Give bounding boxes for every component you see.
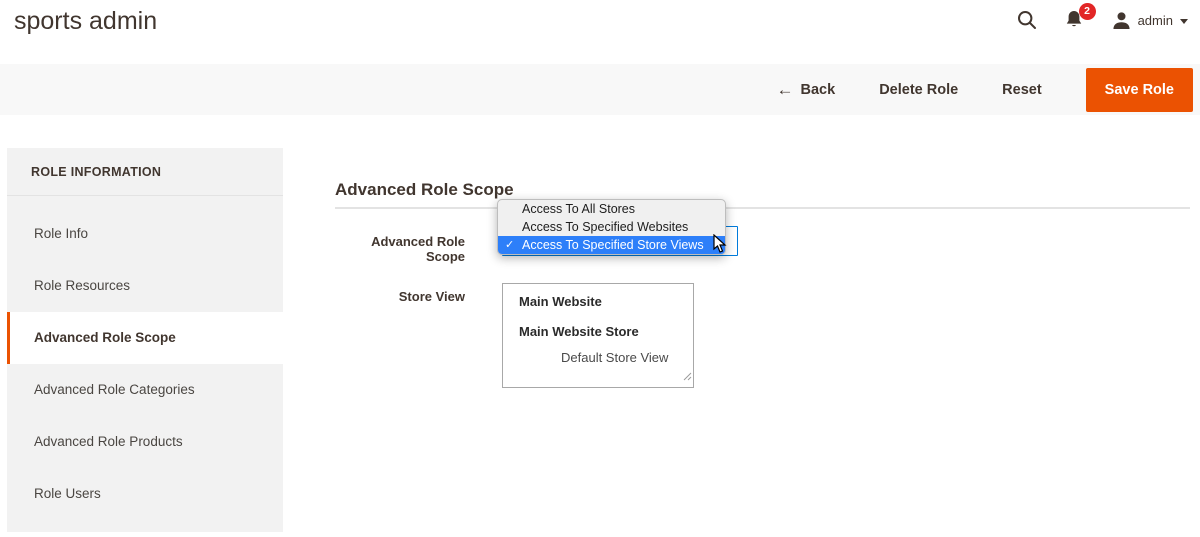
sidebar-item-role-info[interactable]: Role Info bbox=[7, 208, 283, 260]
delete-role-button[interactable]: Delete Role bbox=[879, 82, 958, 98]
dropdown-option-specified-store-views[interactable]: ✓ Access To Specified Store Views bbox=[498, 236, 725, 254]
store-option-main-website-store[interactable]: Main Website Store bbox=[519, 324, 639, 339]
sidebar-item-advanced-role-scope[interactable]: Advanced Role Scope bbox=[7, 312, 283, 364]
store-view-field-label: Store View bbox=[335, 289, 465, 304]
search-icon[interactable] bbox=[1016, 9, 1038, 31]
checkmark-icon: ✓ bbox=[505, 236, 514, 254]
dropdown-option-all-stores[interactable]: Access To All Stores bbox=[498, 200, 725, 218]
back-button[interactable]: ← Back bbox=[777, 81, 836, 98]
chevron-down-icon bbox=[1180, 19, 1188, 24]
notification-count-badge[interactable]: 2 bbox=[1079, 3, 1096, 20]
user-avatar-icon bbox=[1112, 11, 1131, 30]
store-option-default-store-view[interactable]: Default Store View bbox=[561, 350, 668, 365]
admin-page: sports admin 2 admin bbox=[0, 0, 1200, 537]
sidebar-item-advanced-role-products[interactable]: Advanced Role Products bbox=[7, 416, 283, 468]
dropdown-option-label: Access To Specified Store Views bbox=[522, 238, 704, 252]
sidebar-item-role-resources[interactable]: Role Resources bbox=[7, 260, 283, 312]
mouse-cursor-icon bbox=[713, 234, 727, 259]
resize-handle-icon[interactable] bbox=[683, 368, 692, 386]
sidebar-item-advanced-role-categories[interactable]: Advanced Role Categories bbox=[7, 364, 283, 416]
back-arrow-icon: ← bbox=[777, 81, 794, 98]
scope-dropdown-menu: Access To All Stores Access To Specified… bbox=[497, 199, 726, 255]
section-divider bbox=[335, 207, 1190, 209]
dropdown-option-specified-websites[interactable]: Access To Specified Websites bbox=[498, 218, 725, 236]
sidebar-item-role-users[interactable]: Role Users bbox=[7, 468, 283, 520]
reset-label: Reset bbox=[1002, 82, 1042, 98]
reset-button[interactable]: Reset bbox=[1002, 82, 1042, 98]
content-area: ROLE INFORMATION Role Info Role Resource… bbox=[0, 148, 1200, 537]
section-title: Advanced Role Scope bbox=[335, 180, 514, 200]
header-actions: 2 admin bbox=[1016, 9, 1188, 31]
role-information-sidebar: ROLE INFORMATION Role Info Role Resource… bbox=[7, 148, 283, 532]
admin-user-menu[interactable]: admin bbox=[1112, 11, 1188, 30]
store-option-main-website[interactable]: Main Website bbox=[519, 294, 602, 309]
page-title: sports admin bbox=[14, 7, 157, 36]
store-view-listbox[interactable]: Main Website Main Website Store Default … bbox=[502, 283, 694, 388]
advanced-role-scope-field-label: Advanced Role Scope bbox=[335, 234, 465, 264]
user-name-label: admin bbox=[1138, 13, 1173, 28]
sidebar-list: Role Info Role Resources Advanced Role S… bbox=[7, 196, 283, 520]
action-toolbar: ← Back Delete Role Reset Save Role bbox=[0, 64, 1200, 115]
delete-role-label: Delete Role bbox=[879, 82, 958, 98]
page-header: sports admin 2 admin bbox=[0, 0, 1200, 64]
notifications-button[interactable]: 2 bbox=[1064, 9, 1086, 31]
save-role-button[interactable]: Save Role bbox=[1086, 68, 1193, 112]
back-button-label: Back bbox=[801, 82, 836, 98]
sidebar-header: ROLE INFORMATION bbox=[7, 148, 283, 196]
